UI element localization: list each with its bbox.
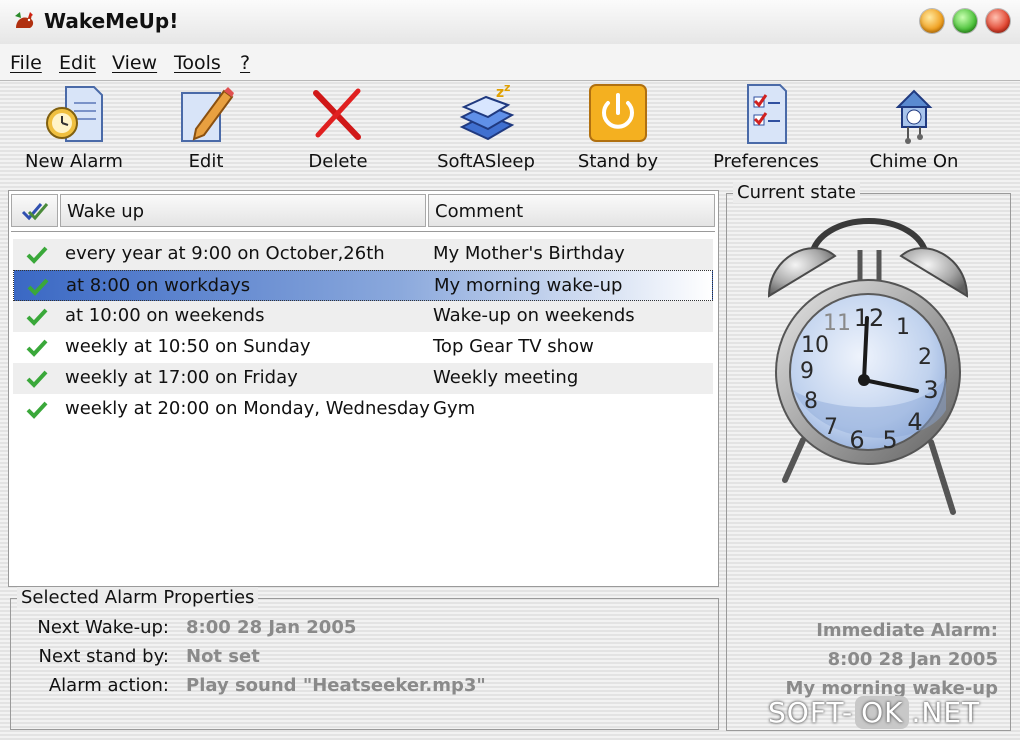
next-wakeup-value: 8:00 28 Jan 2005 xyxy=(186,617,357,638)
clock-numeral: 3 xyxy=(923,376,938,404)
watermark-ok: OK xyxy=(855,696,910,729)
cuckoo-clock-icon xyxy=(895,89,933,144)
clock-numeral: 2 xyxy=(918,345,932,370)
immediate-alarm-label: Immediate Alarm: xyxy=(816,620,998,641)
preferences-label: Preferences xyxy=(713,151,819,172)
next-standby-label: Next stand by: xyxy=(38,646,169,667)
toolbar: New Alarm Edit Delete z z SoftASleep Sta… xyxy=(0,81,1020,184)
alarm-wake-up: weekly at 17:00 on Friday xyxy=(65,367,298,388)
delete-label: Delete xyxy=(308,151,368,172)
clock-numeral: 5 xyxy=(882,426,897,454)
svg-text:z: z xyxy=(496,85,504,101)
clock-numeral: 8 xyxy=(804,389,818,414)
menu-edit[interactable]: Edit xyxy=(59,52,96,74)
alarm-comment: Gym xyxy=(433,398,476,419)
watermark: SOFT- OK .NET xyxy=(768,696,1018,736)
alarm-wake-up: at 8:00 on workdays xyxy=(66,275,251,296)
current-state-title: Current state xyxy=(733,182,860,203)
header-comment-label: Comment xyxy=(435,201,524,222)
edit-icon xyxy=(181,87,234,142)
header-check-all[interactable] xyxy=(11,194,58,227)
preferences-button[interactable]: Preferences xyxy=(701,81,831,181)
watermark-right: .NET xyxy=(911,696,981,729)
alarm-row-selected[interactable]: at 8:00 on workdays My morning wake-up xyxy=(13,270,713,301)
header-comment[interactable]: Comment xyxy=(428,194,715,227)
alarm-comment: Weekly meeting xyxy=(433,367,579,388)
next-wakeup-label: Next Wake-up: xyxy=(37,617,169,638)
minimize-button[interactable] xyxy=(920,9,944,33)
rooster-app-icon xyxy=(15,12,34,28)
immediate-alarm-time: 8:00 28 Jan 2005 xyxy=(827,649,998,670)
stand-by-button[interactable]: Stand by xyxy=(553,81,683,181)
alarm-wake-up: weekly at 10:50 on Sunday xyxy=(65,336,311,357)
alarm-row[interactable]: weekly at 10:50 on Sunday Top Gear TV sh… xyxy=(13,332,713,363)
menu-view[interactable]: View xyxy=(112,52,157,74)
alarm-comment: Wake-up on weekends xyxy=(433,305,635,326)
svg-text:z: z xyxy=(504,83,510,94)
header-wake-up[interactable]: Wake up xyxy=(60,194,426,227)
next-standby-value: Not set xyxy=(186,646,260,667)
clock-numeral: 10 xyxy=(801,333,829,358)
watermark-left: SOFT- xyxy=(768,696,854,729)
stand-by-label: Stand by xyxy=(577,151,659,172)
title-bar: WakeMeUp! xyxy=(0,0,1020,45)
current-state-panel: Current state 12 1 2 3 4 5 6 7 8 9 10 11… xyxy=(726,182,1011,731)
chime-on-label: Chime On xyxy=(869,151,959,172)
alarm-wake-up: at 10:00 on weekends xyxy=(65,305,265,326)
new-alarm-icon xyxy=(46,86,103,142)
check-icon[interactable] xyxy=(26,277,50,297)
check-icon[interactable] xyxy=(25,338,49,358)
check-icon[interactable] xyxy=(25,245,49,265)
header-wake-up-label: Wake up xyxy=(67,201,145,222)
new-alarm-button[interactable]: New Alarm xyxy=(9,81,139,181)
alarm-row[interactable]: at 10:00 on weekends Wake-up on weekends xyxy=(13,301,713,332)
new-alarm-label: New Alarm xyxy=(25,151,123,172)
menu-file[interactable]: File xyxy=(10,52,42,74)
alarm-wake-up: every year at 9:00 on October,26th xyxy=(65,243,385,264)
clock-numeral: 1 xyxy=(896,315,910,340)
selected-alarm-properties: Selected Alarm Properties Next Wake-up: … xyxy=(10,587,719,730)
alarm-clock-icon: 12 1 2 3 4 5 6 7 8 9 10 11 xyxy=(767,218,969,515)
alarm-action-label: Alarm action: xyxy=(48,675,169,696)
softasleep-label: SoftASleep xyxy=(437,151,535,172)
menu-help[interactable]: ? xyxy=(240,52,250,74)
preferences-checklist-icon xyxy=(747,84,787,144)
check-icon[interactable] xyxy=(25,307,49,327)
double-check-icon xyxy=(21,203,49,221)
edit-button[interactable]: Edit xyxy=(141,81,271,181)
check-icon[interactable] xyxy=(25,369,49,389)
alarm-row[interactable]: weekly at 20:00 on Monday, Wednesday Gym xyxy=(13,394,713,425)
close-button[interactable] xyxy=(986,9,1010,33)
clock-numeral: 4 xyxy=(907,408,922,436)
menu-tools[interactable]: Tools xyxy=(174,52,221,74)
menu-bar: File Edit View Tools ? xyxy=(0,44,1020,81)
clock-numeral: 6 xyxy=(849,426,864,454)
alarm-comment: My morning wake-up xyxy=(434,275,623,296)
clock-numeral: 9 xyxy=(800,359,814,384)
chime-on-button[interactable]: Chime On xyxy=(849,81,979,181)
clock-numeral: 11 xyxy=(823,311,851,336)
alarm-action-value: Play sound "Heatseeker.mp3" xyxy=(186,675,486,696)
alarm-list: Wake up Comment every year at 9:00 on Oc… xyxy=(8,190,719,587)
alarm-row[interactable]: weekly at 17:00 on Friday Weekly meeting xyxy=(13,363,713,394)
maximize-button[interactable] xyxy=(953,9,977,33)
alarm-wake-up: weekly at 20:00 on Monday, Wednesday xyxy=(65,398,430,419)
delete-button[interactable]: Delete xyxy=(273,81,403,181)
edit-label: Edit xyxy=(188,151,224,172)
alarm-row[interactable]: every year at 9:00 on October,26th My Mo… xyxy=(13,239,713,270)
properties-title: Selected Alarm Properties xyxy=(17,587,259,608)
alarm-comment: My Mother's Birthday xyxy=(433,243,625,264)
sleep-zzz-icon: z z xyxy=(459,83,515,141)
check-icon[interactable] xyxy=(25,400,49,420)
softasleep-button[interactable]: z z SoftASleep xyxy=(421,81,551,181)
power-icon xyxy=(589,84,647,142)
delete-x-icon xyxy=(313,88,361,140)
window-title: WakeMeUp! xyxy=(44,9,179,33)
clock-numeral: 7 xyxy=(824,415,838,440)
alarm-comment: Top Gear TV show xyxy=(433,336,594,357)
